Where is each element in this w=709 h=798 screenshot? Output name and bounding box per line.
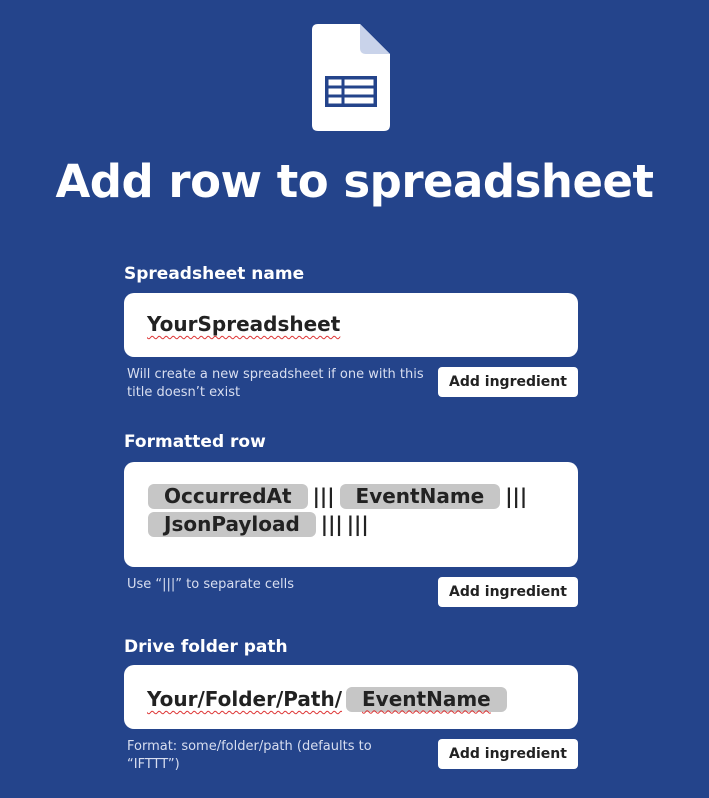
- drive-folder-path-label: Drive folder path: [124, 637, 288, 657]
- spreadsheet-name-helper: Will create a new spreadsheet if one wit…: [127, 367, 424, 400]
- add-ingredient-button[interactable]: Add ingredient: [438, 367, 578, 397]
- drive-folder-path-helper: Format: some/folder/path (defaults to “I…: [127, 739, 372, 772]
- drive-folder-path-value: Your/Folder/Path/: [147, 687, 343, 711]
- spreadsheet-name-field[interactable]: YourSpreadsheet: [124, 293, 578, 357]
- formatted-row-field[interactable]: OccurredAt ||| EventName ||| JsonPayload…: [124, 462, 578, 567]
- drive-folder-path-field[interactable]: Your/Folder/Path/ EventName: [124, 665, 578, 729]
- page-title: Add row to spreadsheet: [55, 155, 654, 208]
- cell-separator: |||: [346, 511, 369, 536]
- ingredient-pill[interactable]: OccurredAt: [148, 483, 308, 509]
- spreadsheet-name-value: YourSpreadsheet: [147, 312, 341, 336]
- ingredient-pill[interactable]: EventName: [339, 483, 501, 509]
- ingredient-pill[interactable]: JsonPayload: [148, 511, 316, 537]
- add-ingredient-button[interactable]: Add ingredient: [438, 577, 578, 607]
- cell-separator: |||: [505, 483, 528, 508]
- spreadsheet-icon: [312, 24, 390, 131]
- spreadsheet-name-label: Spreadsheet name: [124, 264, 305, 284]
- add-ingredient-button[interactable]: Add ingredient: [438, 739, 578, 769]
- ingredient-pill[interactable]: EventName: [346, 686, 507, 712]
- formatted-row-label: Formatted row: [124, 432, 266, 452]
- cell-separator: |||: [320, 511, 343, 536]
- cell-separator: |||: [312, 483, 335, 508]
- formatted-row-helper: Use “|||” to separate cells: [127, 577, 295, 592]
